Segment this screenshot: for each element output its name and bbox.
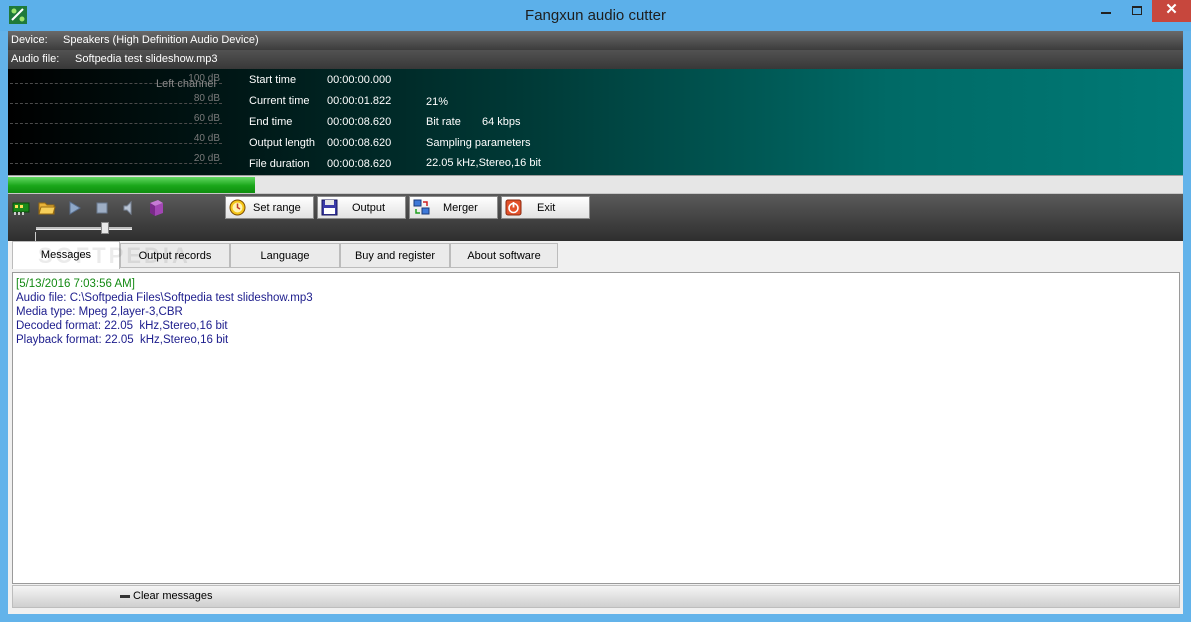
merger-label: Merger [443, 202, 478, 214]
messages-textarea[interactable]: [5/13/2016 7:03:56 AM] Audio file: C:\So… [12, 272, 1180, 584]
end-time-value: 00:00:08.620 [327, 116, 392, 128]
tab-buy-and-register[interactable]: Buy and register [340, 243, 450, 268]
device-value[interactable]: Speakers (High Definition Audio Device) [63, 31, 259, 50]
save-disk-icon [321, 199, 338, 216]
channel-label: Left channel [156, 78, 216, 90]
sampling-label: Sampling parameters [426, 137, 531, 149]
softpedia-watermark: SOFTPEDIA [38, 243, 191, 268]
window-title: Fangxun audio cutter [525, 7, 666, 24]
sampling-value: 22.05 kHz,Stereo,16 bit [426, 157, 541, 169]
clear-messages-button[interactable]: Clear messages [120, 590, 212, 602]
help-book-icon[interactable] [147, 199, 165, 217]
db-level-label: 40 dB [193, 133, 220, 144]
speaker-icon[interactable] [120, 199, 138, 217]
message-line: Playback format: 22.05 kHz,Stereo,16 bit [16, 334, 229, 346]
output-button[interactable]: Output [317, 196, 406, 219]
maximize-icon [1132, 6, 1142, 15]
current-time-value: 00:00:01.822 [327, 95, 392, 107]
volume-slider-track[interactable] [36, 227, 132, 230]
message-timestamp: [5/13/2016 7:03:56 AM] [16, 278, 135, 290]
set-range-button[interactable]: Set range [225, 196, 314, 219]
audio-file-row: Audio file: Softpedia test slideshow.mp3 [8, 50, 1183, 69]
tab-about-software[interactable]: About software [450, 243, 558, 268]
exit-button[interactable]: Exit [501, 196, 590, 219]
client-area: Device: Speakers (High Definition Audio … [8, 31, 1183, 614]
playback-display: 100 dB 80 dB 60 dB 40 dB 20 dB Left chan… [8, 69, 1183, 175]
output-length-label: Output length [249, 137, 316, 149]
minimize-button[interactable] [1090, 0, 1122, 22]
message-line: Decoded format: 22.05 kHz,Stereo,16 bit [16, 320, 228, 332]
exit-label: Exit [537, 202, 556, 214]
merge-icon [413, 199, 430, 215]
progress-fill [8, 177, 255, 193]
bitrate-value: 64 kbps [482, 116, 521, 128]
db-gridline [10, 123, 222, 124]
tab-bar: Messages Output records Language Buy and… [8, 241, 1183, 269]
db-level-label: 20 dB [193, 153, 220, 164]
merger-button[interactable]: Merger [409, 196, 498, 219]
device-row: Device: Speakers (High Definition Audio … [8, 31, 1183, 50]
db-gridline [10, 103, 222, 104]
clear-messages-label: Clear messages [133, 590, 213, 602]
minimize-icon [1101, 12, 1111, 14]
play-icon[interactable] [66, 199, 84, 217]
set-range-label: Set range [253, 202, 301, 214]
level-meter: 100 dB 80 dB 60 dB 40 dB 20 dB Left chan… [8, 69, 224, 175]
start-time-label: Start time [249, 74, 297, 86]
open-folder-icon[interactable] [38, 199, 56, 217]
db-gridline [10, 163, 222, 164]
file-duration-label: File duration [249, 158, 310, 170]
start-time-value: 00:00:00.000 [327, 74, 392, 86]
audio-file-value: Softpedia test slideshow.mp3 [75, 53, 218, 65]
output-length-value: 00:00:08.620 [327, 137, 392, 149]
file-duration-value: 00:00:08.620 [327, 158, 392, 170]
power-exit-icon [505, 199, 522, 216]
maximize-button[interactable] [1122, 0, 1152, 22]
db-level-label: 80 dB [193, 93, 220, 104]
end-time-label: End time [249, 116, 293, 128]
playback-progress-bar[interactable] [8, 175, 1183, 194]
toolbar: Set range Output Merger Exit [8, 194, 1183, 242]
message-line: Audio file: C:\Softpedia Files\Softpedia… [16, 292, 313, 304]
output-label: Output [352, 202, 386, 214]
db-gridline [10, 143, 222, 144]
volume-slider-thumb[interactable] [101, 222, 109, 234]
app-window: Fangxun audio cutter ✕ Device: Speakers … [0, 0, 1191, 622]
message-line: Media type: Mpeg 2,layer-3,CBR [16, 306, 183, 318]
clear-messages-bar: Clear messages [12, 585, 1180, 608]
minus-icon [120, 594, 130, 598]
sound-card-icon[interactable] [12, 199, 30, 217]
stop-icon[interactable] [93, 199, 111, 217]
tab-language[interactable]: Language [230, 243, 340, 268]
title-bar[interactable]: Fangxun audio cutter ✕ [0, 0, 1191, 31]
clock-icon [229, 199, 246, 216]
audio-file-label: Audio file: [11, 53, 60, 65]
db-level-label: 60 dB [193, 113, 220, 124]
close-button[interactable]: ✕ [1152, 0, 1191, 22]
current-time-label: Current time [249, 95, 310, 107]
progress-percent: 21% [426, 96, 449, 108]
device-label: Device: [11, 34, 48, 46]
bitrate-label: Bit rate [426, 116, 461, 128]
close-icon: ✕ [1165, 1, 1178, 18]
